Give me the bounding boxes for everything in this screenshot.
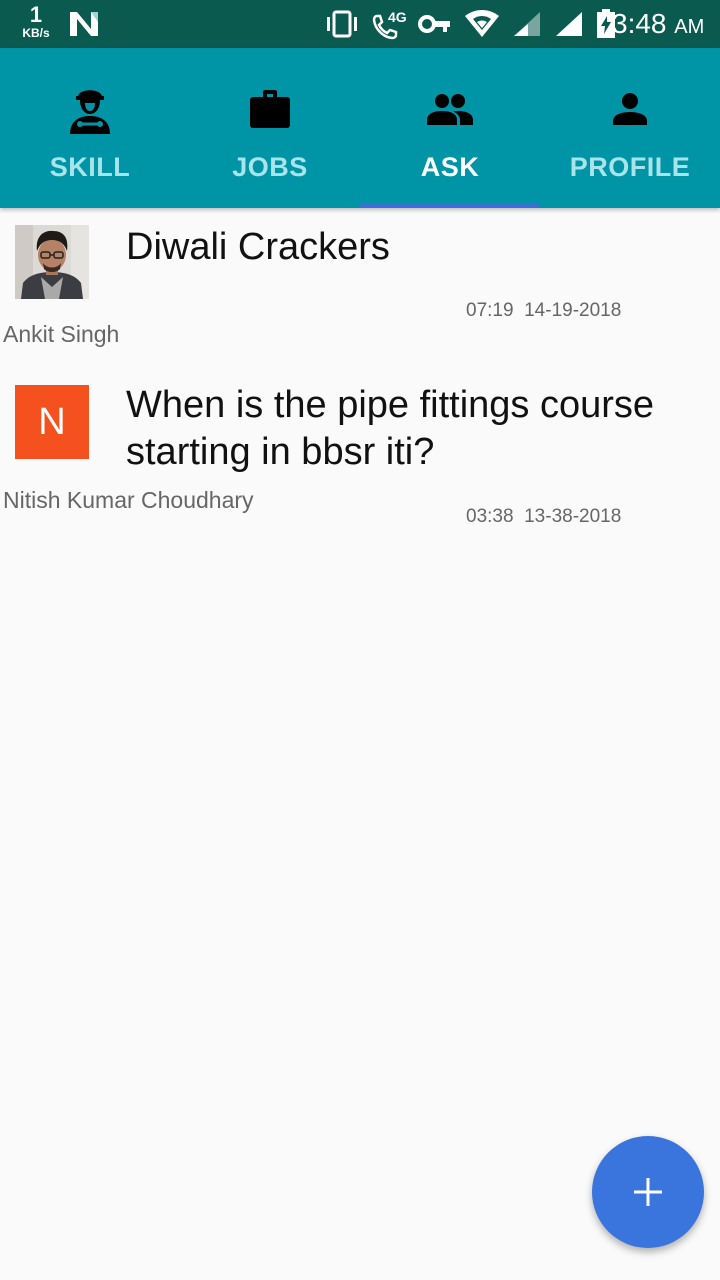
tab-jobs[interactable]: JOBS <box>180 48 360 208</box>
tab-skill[interactable]: SKILL <box>0 48 180 208</box>
post-author: Ankit Singh <box>3 321 120 347</box>
people-icon <box>426 84 474 134</box>
tab-bar: SKILL JOBS ASK PROFILE <box>0 48 720 208</box>
list-item[interactable]: Diwali Crackers 07:19 14-19-2018 Ankit S… <box>0 208 720 358</box>
network-type: 4G <box>388 9 407 25</box>
person-icon <box>606 84 654 134</box>
worker-icon <box>66 84 114 134</box>
wifi-icon <box>465 10 499 37</box>
briefcase-icon <box>246 84 294 134</box>
vibrate-icon <box>327 10 357 38</box>
tab-label: PROFILE <box>569 152 691 182</box>
network-speed-value: 1 <box>29 2 43 27</box>
signal-icon <box>556 12 582 36</box>
status-time-value: 3:48 <box>612 8 667 39</box>
tab-ask[interactable]: ASK <box>360 48 540 208</box>
network-speed: 1 KB/s <box>16 2 56 40</box>
post-timestamp: 03:38 13-38-2018 <box>466 506 622 527</box>
plus-icon <box>634 1178 662 1206</box>
tab-label: SKILL <box>49 152 131 182</box>
avatar <box>15 225 89 299</box>
status-icons: 4G <box>324 8 616 40</box>
tab-label: ASK <box>420 152 480 182</box>
signal-icon <box>514 12 540 36</box>
status-bar: 1 KB/s 4G 3:48 AM <box>0 0 720 48</box>
post-timestamp: 07:19 14-19-2018 <box>466 300 622 321</box>
tab-profile[interactable]: PROFILE <box>540 48 720 208</box>
volte-call-icon: 4G <box>372 9 407 40</box>
post-title: When is the pipe fittings course startin… <box>126 384 655 473</box>
network-speed-unit: KB/s <box>22 26 50 40</box>
n-logo-icon <box>70 12 98 36</box>
add-question-button[interactable] <box>592 1136 704 1248</box>
status-time-ampm: AM <box>674 16 705 38</box>
post-title: Diwali Crackers <box>126 226 390 268</box>
avatar-letter: N <box>38 400 66 443</box>
post-author: Nitish Kumar Choudhary <box>3 487 254 513</box>
avatar: N <box>15 385 89 459</box>
list-item[interactable]: N When is the pipe fittings course start… <box>0 365 720 535</box>
status-time: 3:48 AM <box>612 8 704 43</box>
vpn-key-icon <box>418 15 450 33</box>
tab-label: JOBS <box>232 152 308 182</box>
